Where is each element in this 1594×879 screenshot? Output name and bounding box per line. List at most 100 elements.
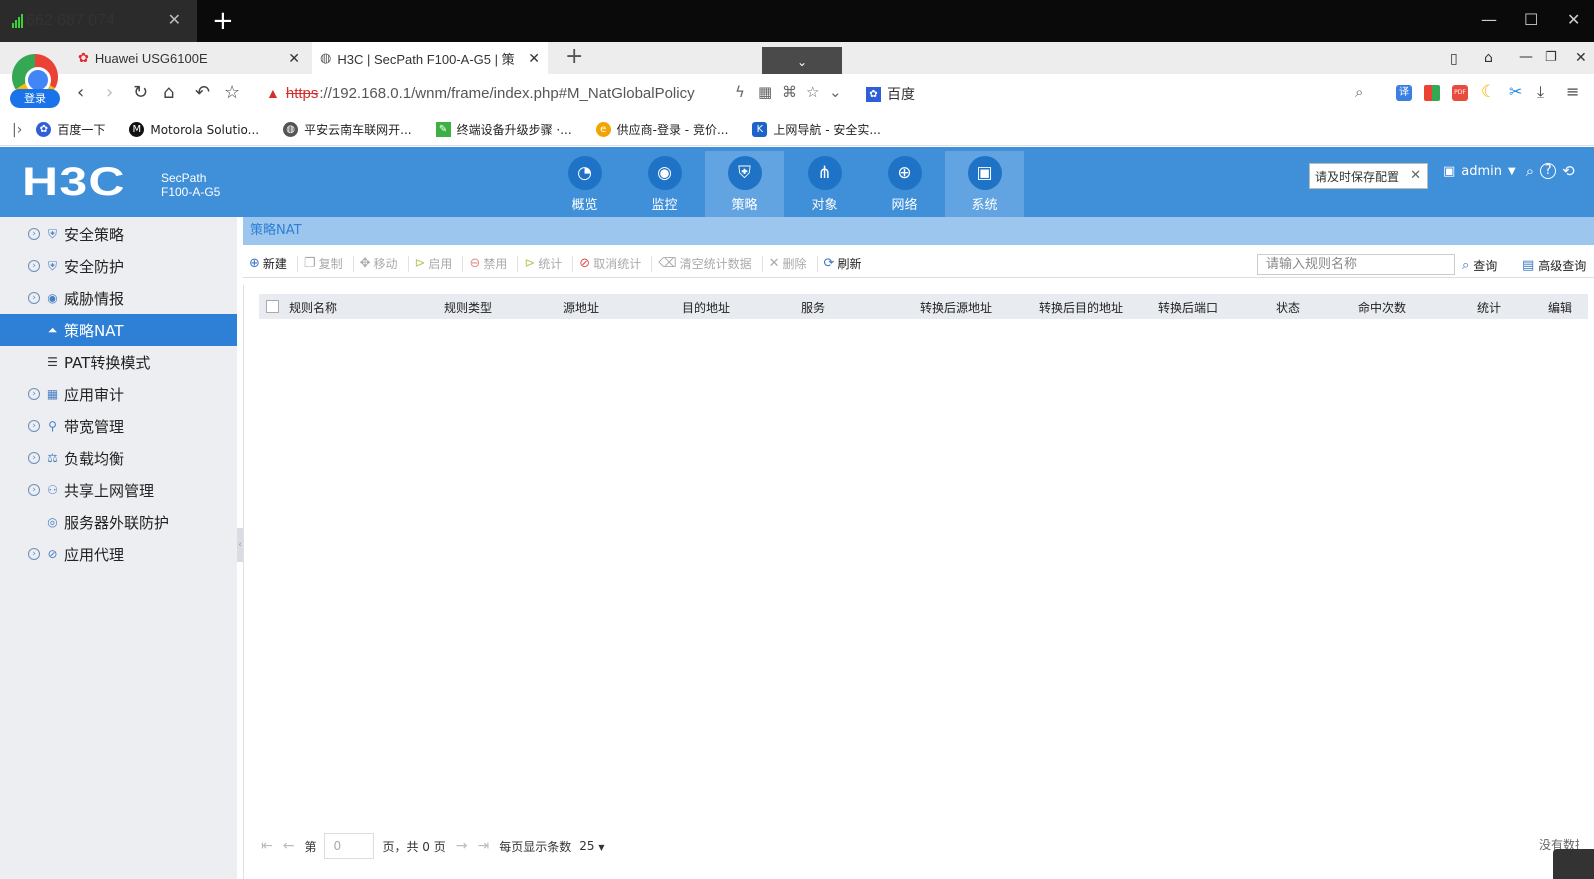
sidebar-item-app-audit[interactable]: › ▦ 应用审计 [0, 378, 237, 410]
col-rule-type[interactable]: 规则类型 [444, 299, 492, 316]
disable-button[interactable]: ⊖ 禁用 [469, 255, 519, 272]
sidebar-item-load-balance[interactable]: › ⚖ 负载均衡 [0, 442, 237, 474]
nav-network[interactable]: ⊕ 网络 [865, 151, 944, 217]
reload-icon[interactable]: ↻ [133, 82, 148, 103]
first-page-icon[interactable]: ⇤ [261, 838, 273, 854]
menu-icon[interactable]: ≡ [1566, 82, 1579, 101]
page-number-input[interactable] [324, 833, 375, 859]
minimize-icon[interactable]: — [1481, 10, 1497, 29]
col-edit[interactable]: 编辑 [1548, 299, 1572, 316]
user-menu[interactable]: ▣ admin ▼ ⌕ ? ⟲ [1443, 162, 1575, 180]
cancel-stats-button[interactable]: ⊘ 取消统计 [579, 255, 653, 272]
star-icon[interactable]: ☆ [224, 82, 240, 103]
col-stats[interactable]: 统计 [1477, 299, 1501, 316]
last-page-icon[interactable]: ⇥ [477, 838, 489, 854]
pdf-icon[interactable]: PDF [1452, 85, 1468, 101]
enable-button[interactable]: ⊳ 启用 [415, 255, 464, 272]
logout-icon[interactable]: ⟲ [1562, 162, 1575, 180]
col-service[interactable]: 服务 [801, 299, 825, 316]
nav-object[interactable]: ⋔ 对象 [785, 151, 864, 217]
search-icon[interactable]: ⌕ [1355, 83, 1363, 101]
new-button[interactable]: ⊕ 新建 [249, 255, 298, 272]
col-status[interactable]: 状态 [1276, 299, 1300, 316]
restore-icon[interactable]: ❐ [1545, 50, 1557, 65]
tab-huawei[interactable]: ✿ Huawei USG6100E ✕ [78, 42, 308, 74]
sidebar-item-security-protection[interactable]: › ⛨ 安全防护 [0, 250, 237, 282]
advanced-query-button[interactable]: ▤ 高级查询 [1522, 257, 1586, 274]
forward-icon[interactable]: › [106, 82, 113, 103]
expand-icon[interactable]: › [28, 420, 40, 432]
search-engine[interactable]: ✿ 百度 [866, 84, 915, 104]
bookmark-item[interactable]: ◍ 平安云南车联网开... [283, 121, 412, 138]
overlay-widget[interactable] [1553, 849, 1594, 879]
bookmark-star-icon[interactable]: ☆ [806, 83, 819, 101]
profile-avatar[interactable]: 登录 [10, 52, 62, 108]
col-hit-count[interactable]: 命中次数 [1358, 299, 1406, 316]
apps-icon[interactable] [1424, 85, 1440, 101]
maximize-icon[interactable]: ☐ [1524, 10, 1538, 29]
per-page-select[interactable]: 25 ▼ [579, 839, 604, 853]
select-all-checkbox[interactable] [266, 300, 279, 313]
sidebar-toggle-icon[interactable]: |› [12, 122, 22, 138]
nav-overview[interactable]: ◔ 概览 [545, 151, 624, 217]
lightning-icon[interactable]: ϟ [735, 83, 745, 101]
clear-stats-button[interactable]: ⌫ 清空统计数据 [658, 255, 763, 272]
col-destination[interactable]: 目的地址 [682, 299, 730, 316]
expand-icon[interactable]: › [28, 228, 40, 240]
refresh-button[interactable]: ⟳ 刷新 [824, 256, 872, 272]
moon-icon[interactable]: ☾ [1481, 82, 1496, 102]
prev-page-icon[interactable]: ← [283, 838, 295, 854]
undo-icon[interactable]: ↶ [195, 82, 210, 103]
nav-policy[interactable]: ⛨ 策略 [705, 151, 784, 217]
expand-icon[interactable]: › [28, 452, 40, 464]
col-trans-source[interactable]: 转换后源地址 [920, 299, 992, 316]
stats-button[interactable]: ⊳ 统计 [524, 255, 574, 272]
expand-icon[interactable]: › [28, 484, 40, 496]
nav-system[interactable]: ▣ 系统 [945, 151, 1024, 217]
qr-icon[interactable]: ▦ [758, 83, 772, 101]
reader-icon[interactable]: ▯ [1450, 51, 1458, 67]
move-button[interactable]: ✥ 移动 [360, 255, 409, 272]
nav-monitor[interactable]: ◉ 监控 [625, 151, 704, 217]
sidebar-item-app-proxy[interactable]: › ⊘ 应用代理 [0, 538, 237, 570]
tab-h3c[interactable]: ◍ H3C | SecPath F100-A-G5 | 策 ✕ [312, 42, 548, 74]
sidebar-item-security-policy[interactable]: › ⛨ 安全策略 [0, 218, 237, 250]
bookmark-item[interactable]: M Motorola Solutio... [129, 122, 259, 137]
sidebar-item-shared-internet[interactable]: › ⚇ 共享上网管理 [0, 474, 237, 506]
next-page-icon[interactable]: → [456, 838, 468, 854]
col-trans-port[interactable]: 转换后端口 [1158, 299, 1218, 316]
scissors-icon[interactable]: ✂ [1509, 82, 1522, 101]
url-bar[interactable]: ▲ https ://192.168.0.1/wnm/frame/index.p… [266, 80, 695, 106]
close-icon[interactable]: ✕ [168, 10, 181, 30]
bookmark-item[interactable]: K 上网导航 - 安全实... [752, 121, 881, 138]
back-icon[interactable]: ‹ [77, 82, 84, 103]
new-tab-icon[interactable]: + [565, 44, 583, 69]
sidebar-item-pat-mode[interactable]: ☰ PAT转换模式 [0, 346, 237, 378]
skin-icon[interactable]: ⌂ [1484, 50, 1493, 66]
sidebar-item-bandwidth[interactable]: › ⚲ 带宽管理 [0, 410, 237, 442]
delete-button[interactable]: ✕ 删除 [769, 255, 818, 272]
copy-button[interactable]: ❐ 复制 [304, 255, 354, 272]
expand-icon[interactable]: › [28, 260, 40, 272]
bookmark-item[interactable]: ✎ 终端设备升级步骤 ·... [435, 121, 572, 138]
save-icon[interactable]: ▣ [1443, 164, 1455, 179]
translate-icon[interactable]: ⌘ [782, 83, 797, 101]
expand-icon[interactable]: › [28, 292, 40, 304]
download-icon[interactable]: ⤓ [1537, 82, 1544, 102]
col-rule-name[interactable]: 规则名称 [289, 299, 337, 316]
new-window-tab-icon[interactable]: + [212, 6, 234, 36]
search-icon[interactable]: ⌕ [1526, 162, 1534, 180]
expand-icon[interactable]: › [28, 548, 40, 560]
call-tab[interactable]: 662 687 074 ✕ [0, 0, 197, 42]
expand-icon[interactable]: › [28, 388, 40, 400]
sidebar-item-server-outbound[interactable]: ◎ 服务器外联防护 [0, 506, 237, 538]
query-button[interactable]: ⌕ 查询 [1462, 257, 1497, 274]
close-icon[interactable]: ✕ [1575, 50, 1587, 66]
help-icon[interactable]: ? [1540, 163, 1557, 179]
tab-dropdown-button[interactable]: ⌄ [762, 47, 842, 76]
translate-ext-icon[interactable]: 译 [1396, 85, 1412, 101]
rule-search-input[interactable]: 请输入规则名称 [1257, 254, 1455, 275]
col-trans-dest[interactable]: 转换后目的地址 [1039, 299, 1123, 316]
bookmark-item[interactable]: e 供应商-登录 - 竞价... [595, 121, 728, 138]
bookmark-item[interactable]: ✿ 百度一下 [36, 121, 105, 138]
